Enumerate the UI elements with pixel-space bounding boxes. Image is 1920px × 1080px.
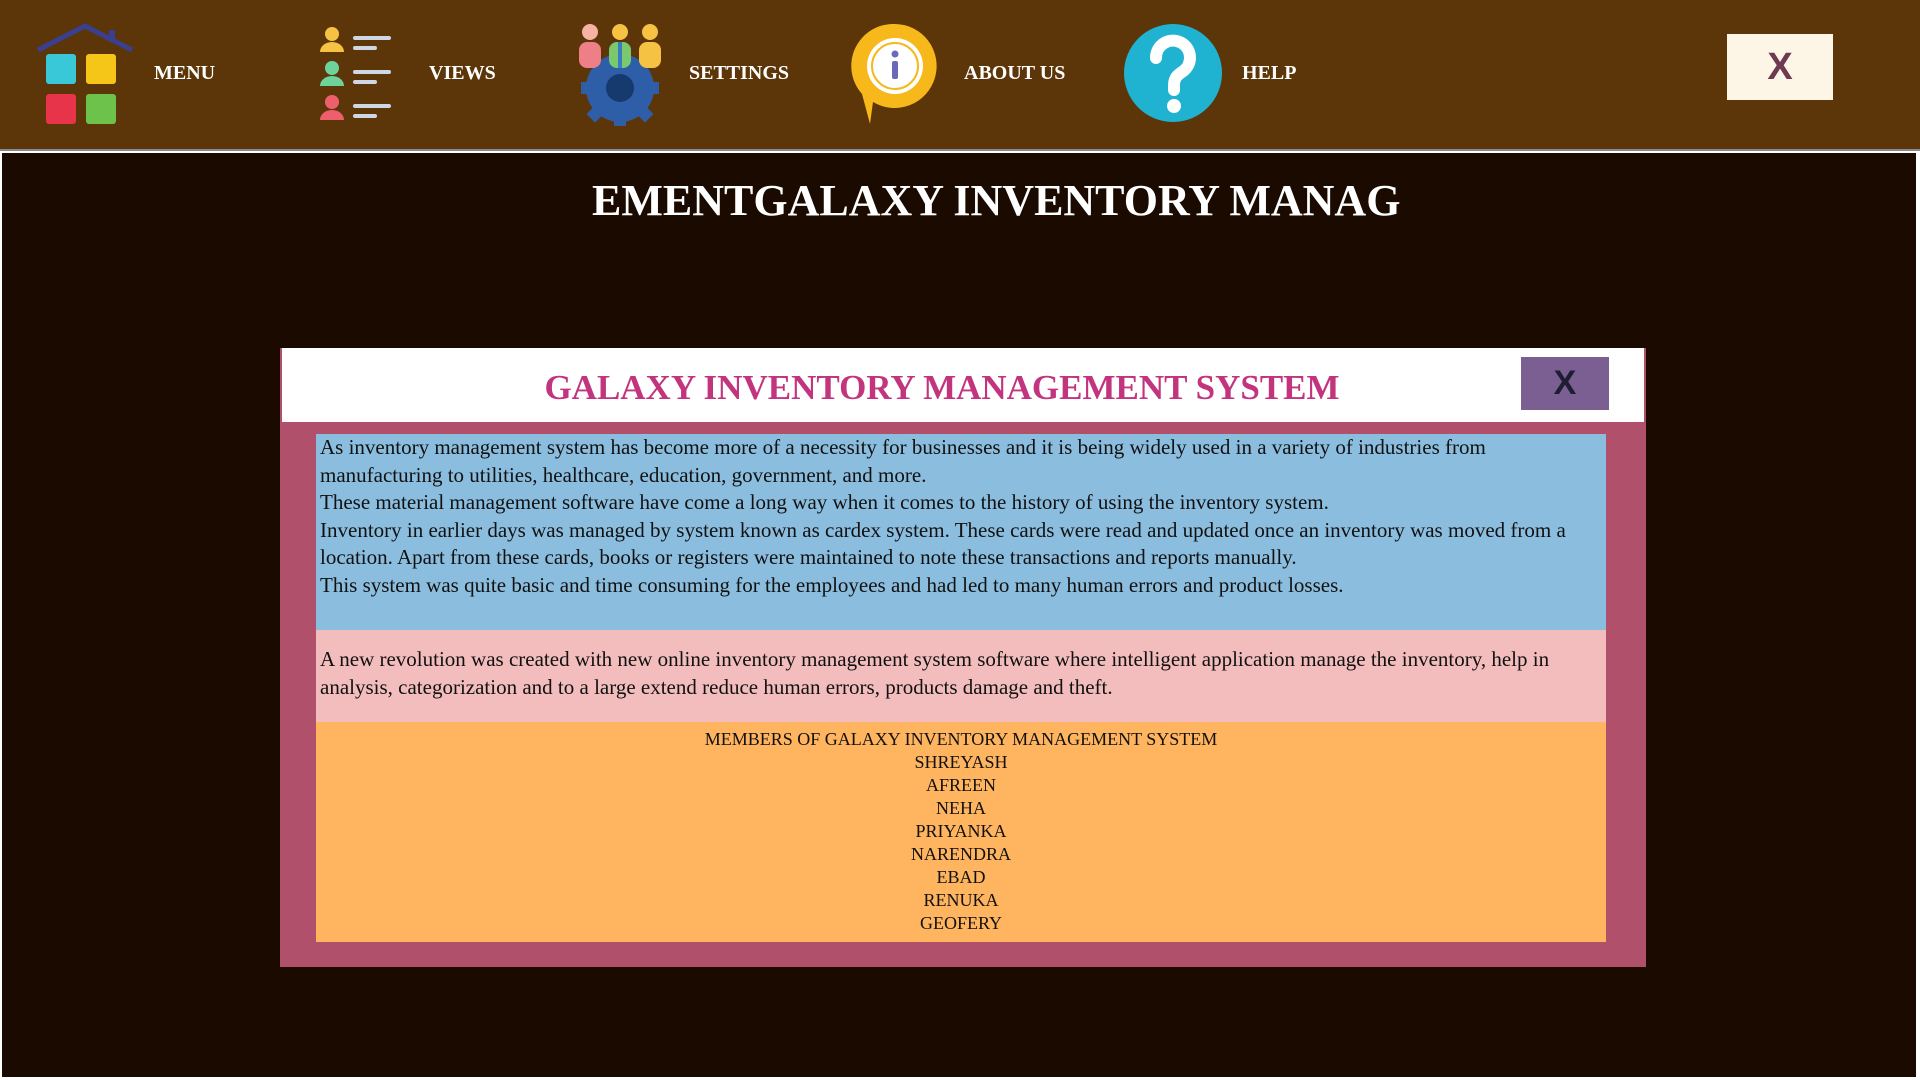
- background-title: EMENTGALAXY INVENTORY MANAG: [592, 176, 1401, 225]
- info-icon: [840, 18, 950, 128]
- intro-paragraph: Inventory in earlier days was managed by…: [320, 517, 1566, 570]
- member-name: EBAD: [936, 867, 986, 887]
- dialog-title: GALAXY INVENTORY MANAGEMENT SYSTEM: [544, 368, 1340, 407]
- nav-about-button[interactable]: ABOUT US: [840, 18, 1065, 128]
- revolution-text: A new revolution was created with new on…: [320, 647, 1550, 699]
- nav-menu-button[interactable]: MENU: [30, 18, 215, 128]
- intro-panel: As inventory management system has becom…: [316, 434, 1606, 630]
- help-icon: [1118, 18, 1228, 128]
- nav-help-label: HELP: [1242, 61, 1297, 84]
- member-name: NARENDRA: [910, 844, 1011, 864]
- intro-paragraph: This system was quite basic and time con…: [320, 572, 1344, 597]
- main-area: EMENTGALAXY INVENTORY MANAG GALAXY INVEN…: [2, 153, 1916, 1077]
- dialog-header: GALAXY INVENTORY MANAGEMENT SYSTEM X: [282, 348, 1644, 422]
- members-heading: MEMBERS OF GALAXY INVENTORY MANAGEMENT S…: [704, 729, 1218, 749]
- member-name: PRIYANKA: [915, 821, 1007, 841]
- nav-menu-label: MENU: [154, 61, 216, 84]
- revolution-panel: A new revolution was created with new on…: [316, 630, 1606, 722]
- nav-settings-label: SETTINGS: [689, 61, 790, 84]
- intro-paragraph: As inventory management system has becom…: [320, 435, 1486, 487]
- app-close-button[interactable]: X: [1727, 34, 1833, 100]
- nav-settings-button[interactable]: SETTINGS: [565, 18, 789, 128]
- team-gear-icon: [565, 18, 675, 128]
- member-name: RENUKA: [923, 890, 999, 910]
- about-dialog: GALAXY INVENTORY MANAGEMENT SYSTEM X As …: [280, 348, 1646, 967]
- dialog-close-button[interactable]: X: [1521, 357, 1609, 410]
- nav-help-button[interactable]: HELP: [1118, 18, 1296, 128]
- member-name: AFREEN: [925, 775, 996, 795]
- member-name: GEOFERY: [919, 913, 1002, 933]
- nav-views-label: VIEWS: [429, 61, 496, 84]
- apps-grid-icon: [30, 18, 140, 128]
- member-name: SHREYASH: [914, 752, 1008, 772]
- top-toolbar: MENU VIEWS SETTINGS ABOUT US HELP X: [0, 0, 1920, 151]
- user-list-icon: [305, 18, 415, 128]
- nav-about-label: ABOUT US: [964, 61, 1066, 84]
- members-panel: MEMBERS OF GALAXY INVENTORY MANAGEMENT S…: [316, 722, 1606, 942]
- intro-paragraph: These material management software have …: [320, 490, 1329, 514]
- member-name: NEHA: [936, 798, 986, 818]
- nav-views-button[interactable]: VIEWS: [305, 18, 496, 128]
